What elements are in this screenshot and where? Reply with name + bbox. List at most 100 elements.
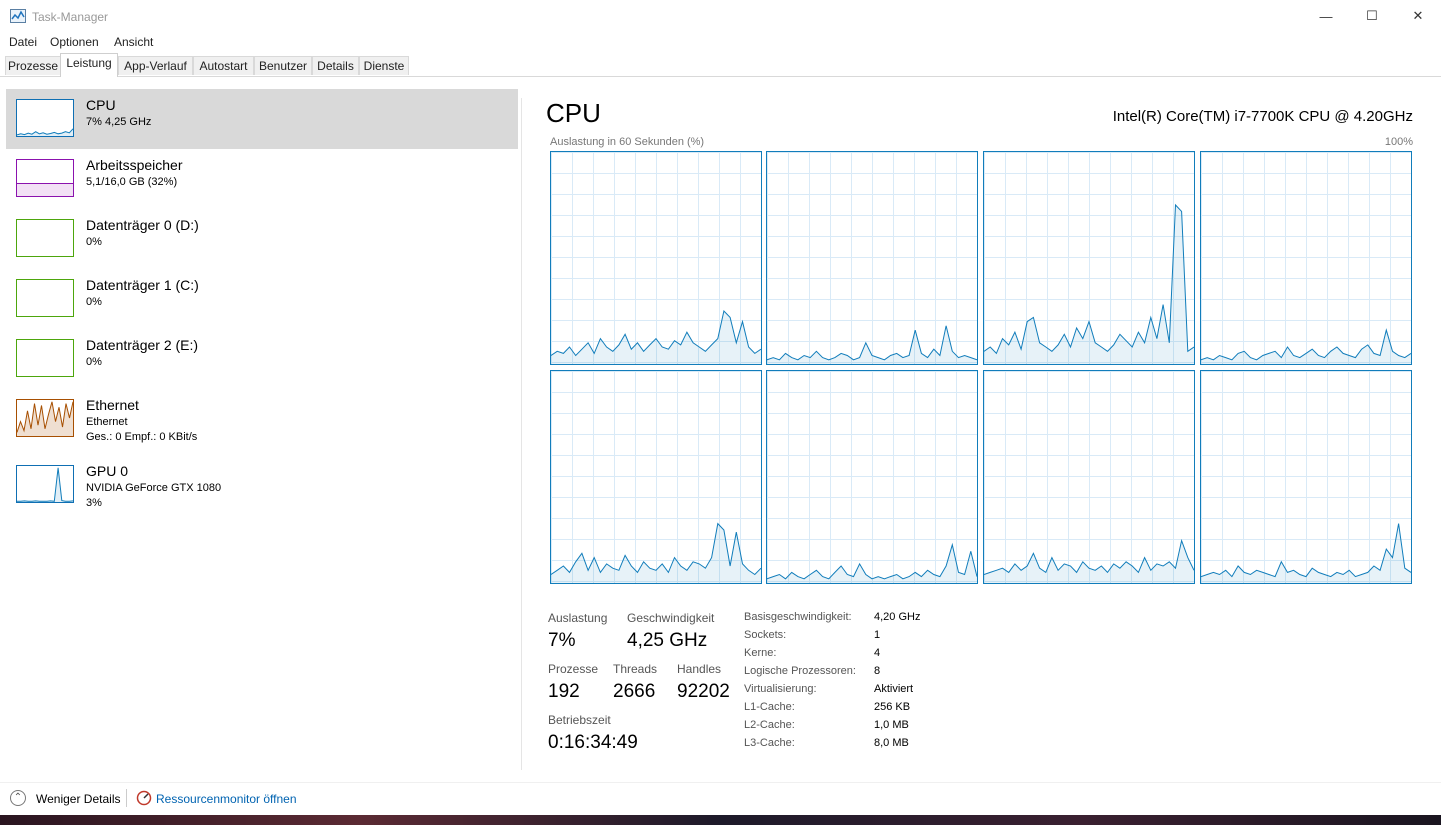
sidebar-item-cpu[interactable]: CPU 7% 4,25 GHz — [6, 89, 518, 149]
close-button[interactable]: ✕ — [1395, 0, 1441, 32]
handles-value: 92202 — [677, 681, 730, 702]
sidebar-item-title: Datenträger 1 (C:) — [86, 277, 199, 293]
info-value-virtualisierung: Aktiviert — [874, 683, 914, 695]
info-value-basisgeschwindigkeit: 4,20 GHz — [874, 611, 921, 623]
info-value-kerne: 4 — [874, 647, 881, 659]
tab-app-verlauf[interactable]: App-Verlauf — [118, 56, 193, 75]
disk-1-thumbnail-graph — [16, 279, 74, 317]
core-graph-svg — [984, 203, 1194, 364]
resource-sidebar: CPU 7% 4,25 GHz Arbeitsspeicher 5,1/16,0… — [0, 77, 522, 770]
threads-label: Threads — [613, 662, 658, 676]
desktop-background-strip — [0, 815, 1441, 825]
sidebar-item-subtitle: 5,1/16,0 GB (32%) — [86, 176, 178, 188]
sidebar-item-subtitle: 0% — [86, 356, 102, 368]
sidebar-item-disk-2[interactable]: Datenträger 2 (E:) 0% — [6, 329, 518, 389]
minimize-button[interactable]: — — [1303, 0, 1349, 32]
sidebar-item-subtitle: NVIDIA GeForce GTX 1080 — [86, 482, 222, 494]
tab-benutzer[interactable]: Benutzer — [254, 56, 312, 75]
info-label-logische-prozessoren: Logische Prozessoren: — [744, 665, 856, 677]
sidebar-item-disk-0[interactable]: Datenträger 0 (D:) 0% — [6, 209, 518, 269]
cpu-thumbnail-graph — [16, 99, 74, 137]
gpu-thumbnail-graph — [16, 465, 74, 503]
core-graph-2 — [766, 151, 978, 365]
sidebar-item-title: GPU 0 — [86, 463, 129, 479]
betriebszeit-label: Betriebszeit — [548, 713, 611, 727]
sidebar-item-title: CPU — [86, 97, 116, 113]
core-8-usage-line — [1201, 523, 1411, 578]
sidebar-item-title: Datenträger 2 (E:) — [86, 337, 199, 353]
info-label-basisgeschwindigkeit: Basisgeschwindigkeit: — [744, 611, 852, 623]
sidebar-item-detail: Ges.: 0 Empf.: 0 KBit/s — [86, 431, 198, 443]
core-graph-7 — [983, 370, 1195, 584]
task-manager-icon — [10, 9, 26, 23]
betriebszeit-value: 0:16:34:49 — [548, 732, 638, 753]
info-value-l1-cache: 256 KB — [874, 701, 911, 713]
sidebar-item-gpu-0[interactable]: GPU 0 NVIDIA GeForce GTX 1080 3% — [6, 455, 518, 515]
info-label-l2-cache: L2-Cache: — [744, 719, 795, 731]
core-graph-svg — [767, 542, 977, 583]
title-bar: Task-Manager — ☐ ✕ — [0, 0, 1441, 32]
tab-leistung[interactable]: Leistung — [60, 53, 118, 77]
footer-bar: ⌃ Weniger Details Ressourcenmonitor öffn… — [0, 782, 1441, 816]
tab-dienste[interactable]: Dienste — [359, 56, 409, 75]
gpu-thumbnail-area — [17, 467, 73, 502]
pane-divider[interactable] — [521, 98, 522, 770]
info-label-virtualisierung: Virtualisierung: — [744, 683, 817, 695]
info-label-l1-cache: L1-Cache: — [744, 701, 795, 713]
handles-label: Handles — [677, 662, 722, 676]
tab-details[interactable]: Details — [312, 56, 359, 75]
info-label-kerne: Kerne: — [744, 647, 777, 659]
core-1-usage-area — [551, 311, 761, 364]
tab-prozesse[interactable]: Prozesse — [5, 56, 61, 75]
menu-datei[interactable]: Datei — [9, 35, 37, 49]
chevron-up-icon[interactable]: ⌃ — [10, 790, 26, 806]
tab-autostart[interactable]: Autostart — [193, 56, 254, 75]
core-graph-5 — [550, 370, 762, 584]
graph-max-label: 100% — [1384, 136, 1413, 148]
panel-title: CPU — [546, 98, 601, 128]
info-label-sockets: Sockets: — [744, 629, 787, 641]
core-graph-6 — [766, 370, 978, 584]
info-value-logische-prozessoren: 8 — [874, 665, 881, 677]
minimize-icon: — — [1319, 8, 1333, 24]
core-graph-svg — [1201, 328, 1411, 364]
cpu-model-name: Intel(R) Core(TM) i7-7700K CPU @ 4.20GHz — [1112, 108, 1413, 125]
info-value-l2-cache: 1,0 MB — [874, 719, 909, 731]
threads-value: 2666 — [613, 681, 656, 702]
auslastung-value: 7% — [548, 630, 576, 651]
menu-ansicht[interactable]: Ansicht — [114, 35, 153, 49]
ethernet-thumbnail-area — [17, 401, 73, 436]
core-8-usage-area — [1201, 523, 1411, 583]
sidebar-item-ethernet[interactable]: Ethernet Ethernet Ges.: 0 Empf.: 0 KBit/… — [6, 389, 518, 449]
info-value-l3-cache: 8,0 MB — [874, 737, 909, 749]
core-graph-4 — [1200, 151, 1412, 365]
auslastung-label: Auslastung — [548, 611, 608, 625]
sidebar-item-title: Datenträger 0 (D:) — [86, 217, 199, 233]
memory-thumbnail-graph — [16, 159, 74, 197]
resource-monitor-icon — [136, 790, 152, 806]
core-graph-1 — [550, 151, 762, 365]
fewer-details-button[interactable]: Weniger Details — [36, 792, 120, 806]
sidebar-item-title: Arbeitsspeicher — [86, 157, 183, 173]
geschwindigkeit-label: Geschwindigkeit — [627, 611, 715, 625]
sidebar-item-subtitle: 7% 4,25 GHz — [86, 116, 152, 128]
sidebar-item-detail: 3% — [86, 497, 102, 509]
prozesse-value: 192 — [548, 681, 580, 702]
open-resource-monitor-link[interactable]: Ressourcenmonitor öffnen — [156, 792, 297, 806]
maximize-icon: ☐ — [1366, 8, 1378, 23]
menu-bar: Datei Optionen Ansicht — [0, 32, 1441, 52]
window-title: Task-Manager — [32, 10, 109, 24]
ethernet-thumbnail-graph — [16, 399, 74, 437]
sidebar-item-subtitle: 0% — [86, 236, 102, 248]
core-2-usage-area — [767, 325, 977, 364]
sidebar-item-memory[interactable]: Arbeitsspeicher 5,1/16,0 GB (32%) — [6, 149, 518, 209]
menu-optionen[interactable]: Optionen — [50, 35, 99, 49]
core-graph-svg — [1201, 523, 1411, 583]
sidebar-item-disk-1[interactable]: Datenträger 1 (C:) 0% — [6, 269, 518, 329]
core-3-usage-area — [984, 205, 1194, 364]
tab-bar: Prozesse Leistung App-Verlauf Autostart … — [0, 52, 1441, 77]
geschwindigkeit-value: 4,25 GHz — [627, 630, 708, 651]
footer-separator — [126, 789, 127, 807]
core-graph-8 — [1200, 370, 1412, 584]
maximize-button[interactable]: ☐ — [1349, 0, 1395, 32]
